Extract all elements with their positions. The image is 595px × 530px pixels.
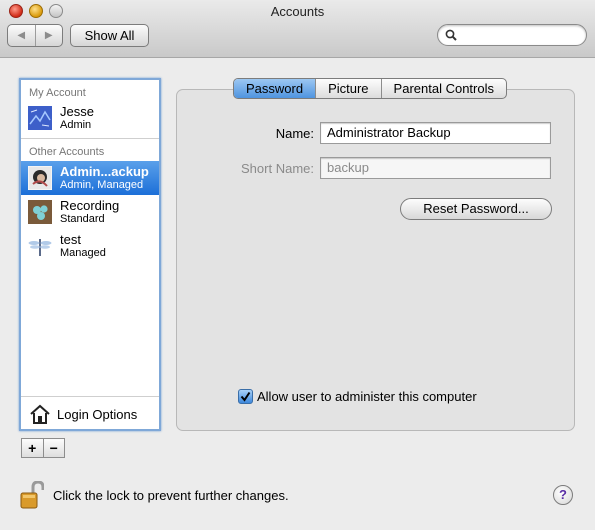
account-name: test <box>60 232 81 247</box>
allow-admin-checkbox[interactable] <box>238 389 253 404</box>
add-account-button[interactable]: + <box>22 439 43 457</box>
account-item-test[interactable]: test Managed <box>21 229 159 263</box>
account-item-recording[interactable]: Recording Standard <box>21 195 159 229</box>
tab-picture[interactable]: Picture <box>315 79 380 98</box>
login-options-label: Login Options <box>57 406 138 422</box>
window-title: Accounts <box>270 4 325 19</box>
allow-admin-option[interactable]: Allow user to administer this computer <box>238 389 477 404</box>
accounts-list[interactable]: My Account Jesse Admin Other Accounts Ad… <box>19 78 161 431</box>
search-field[interactable] <box>437 24 587 46</box>
my-account-heading: My Account <box>29 87 86 99</box>
checkmark-icon <box>240 391 251 402</box>
forward-button[interactable]: ▶ <box>34 25 63 46</box>
short-name-label: Short Name: <box>241 161 314 176</box>
account-item-jesse[interactable]: Jesse Admin <box>21 101 159 135</box>
account-role: Admin, Managed <box>60 179 144 191</box>
short-name-field: backup <box>320 157 551 179</box>
section-divider <box>21 138 159 139</box>
help-button[interactable]: ? <box>553 485 573 505</box>
arrow-right-icon: ▶ <box>44 30 53 41</box>
account-name: Recording <box>60 198 120 213</box>
search-icon <box>445 29 457 41</box>
show-all-button[interactable]: Show All <box>70 24 149 47</box>
other-accounts-heading: Other Accounts <box>29 146 105 158</box>
account-name: Jesse <box>60 104 94 119</box>
account-role: Managed <box>60 247 106 259</box>
name-label: Name: <box>275 126 314 141</box>
account-item-admin-backup[interactable]: Admin...ackup Admin, Managed <box>21 161 159 195</box>
tab-bar: Password Picture Parental Controls <box>233 78 507 99</box>
account-role: Admin <box>60 119 92 131</box>
remove-account-button[interactable]: − <box>42 439 65 457</box>
reset-password-button[interactable]: Reset Password... <box>400 198 552 220</box>
tab-password[interactable]: Password <box>234 79 316 98</box>
add-remove-buttons: + − <box>21 438 65 458</box>
house-icon <box>30 404 50 424</box>
login-options-item[interactable]: Login Options <box>21 396 159 431</box>
unlocked-padlock-icon[interactable] <box>20 481 44 509</box>
user-picture-icon <box>28 166 52 190</box>
tab-parental-controls[interactable]: Parental Controls <box>380 79 506 98</box>
back-button[interactable]: ◀ <box>8 25 35 46</box>
user-picture-icon <box>28 200 52 224</box>
lock-area: Click the lock to prevent further change… <box>20 481 289 509</box>
name-field[interactable]: Administrator Backup <box>320 122 551 144</box>
account-role: Standard <box>60 213 105 225</box>
user-picture-icon <box>28 106 52 130</box>
allow-admin-label: Allow user to administer this computer <box>257 389 477 404</box>
arrow-left-icon: ◀ <box>17 30 26 41</box>
lock-text: Click the lock to prevent further change… <box>53 487 289 503</box>
accounts-window: Accounts ◀ ▶ Show All My Account Jesse A… <box>0 0 595 530</box>
account-name: Admin...ackup <box>60 164 149 179</box>
back-forward-buttons: ◀ ▶ <box>7 24 63 47</box>
dragonfly-icon <box>28 239 52 256</box>
title-bar: Accounts ◀ ▶ Show All <box>0 0 595 58</box>
